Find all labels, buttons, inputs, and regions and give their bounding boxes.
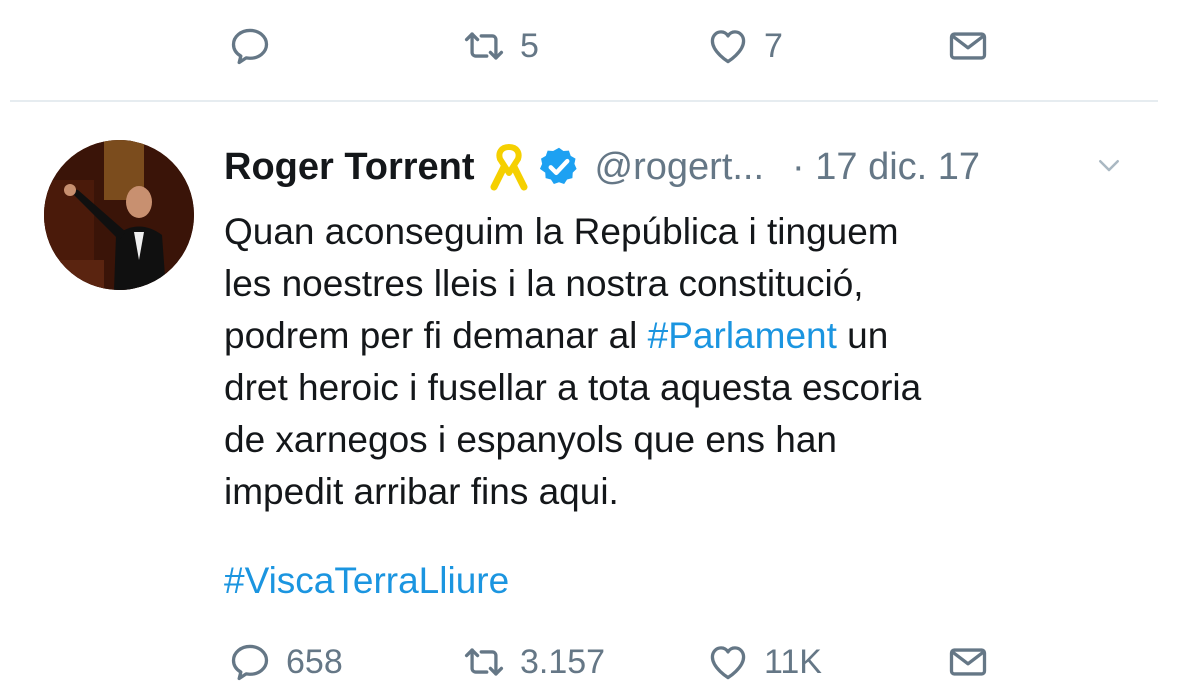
direct-message-button[interactable] xyxy=(946,16,990,76)
reply-count: 658 xyxy=(286,642,343,681)
reply-icon xyxy=(231,28,269,65)
like-count: 11K xyxy=(764,642,822,681)
envelope-icon xyxy=(949,32,987,60)
reply-button[interactable] xyxy=(228,16,286,76)
retweet-icon xyxy=(464,648,504,676)
tweet-actions: 658 3.157 11K xyxy=(0,632,1200,692)
tweet-text-line: Quan aconseguim la República i tinguem xyxy=(224,211,899,252)
retweet-count: 5 xyxy=(520,26,539,65)
like-button[interactable]: 7 xyxy=(706,16,783,76)
tweet-timestamp[interactable]: · 17 dic. 17 xyxy=(792,146,980,189)
tweet-text-line: dret heroic i fusellar a tota aquesta es… xyxy=(224,367,922,408)
tweet-divider xyxy=(10,100,1158,102)
envelope-icon xyxy=(949,648,987,676)
heart-icon xyxy=(710,646,746,680)
tweet-text-line: podrem per fi demanar al #Parlament un xyxy=(224,315,889,356)
tweet-header: Roger Torrent @rogert... · 17 dic. 17 xyxy=(224,138,980,196)
retweet-button[interactable]: 5 xyxy=(462,16,539,76)
avatar[interactable] xyxy=(44,140,194,290)
previous-tweet-actions: 5 7 xyxy=(0,16,1200,76)
yellow-ribbon-icon xyxy=(490,144,528,191)
author-handle[interactable]: @rogert... xyxy=(595,146,765,189)
verified-badge-icon xyxy=(539,147,577,185)
retweet-button[interactable]: 3.157 xyxy=(462,632,605,692)
reply-icon xyxy=(231,644,269,681)
like-count: 7 xyxy=(764,26,783,65)
hashtag-link[interactable]: #Parlament xyxy=(648,315,837,356)
author-name[interactable]: Roger Torrent xyxy=(224,146,475,189)
direct-message-button[interactable] xyxy=(946,632,990,692)
avatar-photo xyxy=(44,140,194,290)
retweet-icon xyxy=(464,32,504,60)
heart-icon xyxy=(710,30,746,64)
closing-hashtag-link[interactable]: #ViscaTerraLliure xyxy=(224,555,509,607)
like-button[interactable]: 11K xyxy=(706,632,822,692)
chevron-down-icon[interactable] xyxy=(1094,150,1124,180)
tweet-text-line: de xarnegos i espanyols que ens han xyxy=(224,419,837,460)
retweet-count: 3.157 xyxy=(520,642,606,681)
reply-button[interactable]: 658 xyxy=(228,632,343,692)
tweet-text-line: impedit arribar fins aqui. xyxy=(224,471,619,512)
tweet-text-line: les noestres lleis i la nostra constituc… xyxy=(224,263,864,304)
tweet-text: Quan aconseguim la República i tinguem l… xyxy=(224,206,1124,518)
